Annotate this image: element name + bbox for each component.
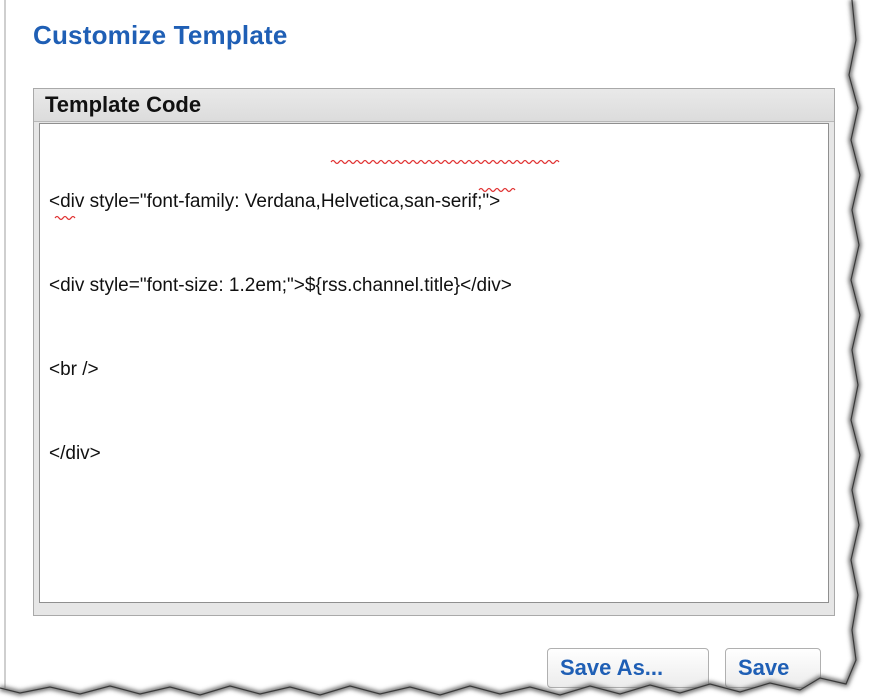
panel-header: Template Code <box>34 89 834 122</box>
code-line-2: <div style="font-size: 1.2em;">${rss.cha… <box>49 275 512 296</box>
template-code-editor[interactable]: <div style="font-family: Verdana,Helveti… <box>39 123 829 603</box>
code-line-1: <div style="font-family: Verdana,Helveti… <box>49 191 501 212</box>
page-title: Customize Template <box>33 20 288 50</box>
save-button[interactable]: Save <box>725 648 821 688</box>
code-line-4: </div> <box>49 443 101 464</box>
template-code-panel: Template Code <div style="font-family: V… <box>33 88 835 616</box>
customize-template-dialog: Customize Template Template Code <div st… <box>0 0 879 700</box>
save-as-button[interactable]: Save As... <box>547 648 709 688</box>
code-line-3: <br /> <box>49 359 99 380</box>
